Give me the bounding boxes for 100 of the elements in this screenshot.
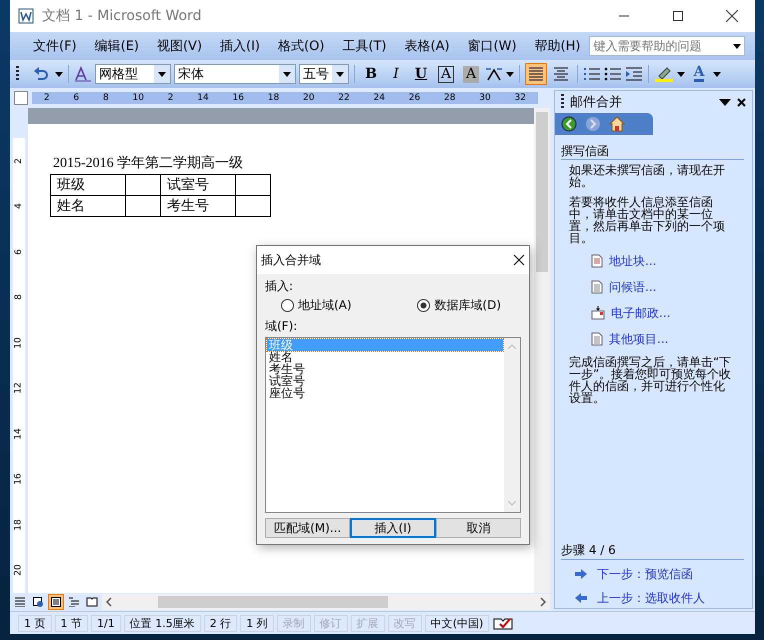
task-link[interactable]: 电子邮政... <box>611 307 670 319</box>
scroll-right-icon[interactable] <box>540 597 546 607</box>
envelope-icon <box>591 306 605 320</box>
dialog-title: 插入合并域 <box>261 252 321 268</box>
option-label: 地址域(A) <box>298 297 352 314</box>
horizontal-ruler: 2 6 8 10 2 14 16 18 20 22 24 26 28 30 32 <box>32 92 538 104</box>
radio-button[interactable] <box>417 299 430 312</box>
caret-icon <box>336 72 344 76</box>
justify-align-button[interactable] <box>525 63 547 85</box>
font-color-button[interactable]: A <box>688 63 710 85</box>
task-link[interactable]: 地址块... <box>609 255 656 267</box>
vertical-scrollbar[interactable] <box>534 108 550 593</box>
field-list-item[interactable]: 姓名 <box>267 351 503 363</box>
word-app-icon <box>18 8 34 24</box>
status-item: 1 节 <box>54 614 88 632</box>
status-item: 2 行 <box>204 614 238 632</box>
status-item: 1/1 <box>91 614 121 632</box>
document-icon <box>591 254 603 268</box>
dialog-button[interactable]: 匹配域(M)... <box>265 518 350 538</box>
status-item: 扩展 <box>350 614 385 632</box>
instruction-text: 若要将收件人信息添至信函中，请单击文档中的某一位置，然后再单击下列的一个项目。 <box>569 196 726 244</box>
close-icon[interactable] <box>737 98 746 106</box>
left-arrow-icon <box>575 593 587 603</box>
field-list-item[interactable]: 考生号 <box>267 363 503 375</box>
radio-button[interactable] <box>281 299 294 312</box>
caret-icon <box>506 72 514 76</box>
close-icon <box>726 10 738 22</box>
style-dropdown[interactable]: 网格型 <box>95 64 171 84</box>
home-icon[interactable] <box>609 116 625 132</box>
caret-icon <box>283 72 291 76</box>
table-cell <box>126 196 160 216</box>
step-indicator: 步骤 4 / 6 <box>561 544 744 560</box>
step-link[interactable]: 下一步：预览信函 <box>597 568 693 580</box>
menu-item[interactable]: 帮助(H) <box>526 37 590 55</box>
section-heading: 撰写信函 <box>561 145 744 160</box>
task-link[interactable]: 问候语... <box>609 281 656 293</box>
table-cell: 考生号 <box>160 196 236 216</box>
menu-item[interactable]: 文件(F) <box>24 37 86 55</box>
status-item: 修订 <box>314 614 348 632</box>
back-icon[interactable] <box>561 116 577 132</box>
status-item: 1 页 <box>18 614 52 632</box>
status-item: 录制 <box>276 614 311 632</box>
bold-button[interactable]: B <box>360 63 382 85</box>
bulleted-list-icon[interactable] <box>604 66 622 82</box>
forward-icon[interactable] <box>585 116 601 132</box>
dropdown-icon[interactable] <box>719 98 731 106</box>
shading-button[interactable]: A <box>460 63 482 85</box>
document-heading: 2015-2016 学年第二学期高一级 <box>53 154 244 172</box>
tab-selector[interactable] <box>14 91 28 105</box>
caret-icon <box>677 72 685 76</box>
close-icon[interactable] <box>513 254 525 266</box>
horizontal-scrollbar[interactable] <box>102 594 550 610</box>
field-list-item[interactable]: 试室号 <box>267 375 503 387</box>
dialog-button[interactable]: 取消 <box>436 518 521 538</box>
task-pane-title: 邮件合并 <box>570 94 623 111</box>
menu-item[interactable]: 插入(I) <box>211 37 270 55</box>
styles-icon[interactable] <box>74 66 92 82</box>
menu-item[interactable]: 格式(O) <box>269 37 334 55</box>
highlight-icon[interactable] <box>654 66 674 82</box>
table-cell: 姓名 <box>50 196 126 216</box>
fields-label: 域(F): <box>265 318 298 335</box>
help-search-field[interactable]: 键入需要帮助的问题 <box>589 36 746 56</box>
web-view-icon[interactable] <box>30 594 46 610</box>
underline-button[interactable]: U <box>410 63 432 85</box>
table-cell <box>126 174 160 196</box>
document-icon <box>591 332 603 346</box>
maximize-icon <box>673 11 683 21</box>
menu-item[interactable]: 工具(T) <box>333 37 396 55</box>
dialog-button[interactable]: 插入(I) <box>350 518 436 538</box>
table-cell <box>236 174 270 196</box>
status-item: 位置 1.5厘米 <box>124 614 201 632</box>
window-title: 文档 1 - Microsoft Word <box>42 7 202 25</box>
status-item: 中文(中国) <box>424 614 490 632</box>
menu-item[interactable]: 编辑(E) <box>86 37 148 55</box>
caret-icon <box>713 72 721 76</box>
numbered-list-icon[interactable] <box>583 66 601 82</box>
scroll-left-icon[interactable] <box>106 597 112 607</box>
status-item: 改写 <box>388 614 422 632</box>
character-scale-icon[interactable] <box>485 66 503 82</box>
document-icon <box>591 280 603 294</box>
menu-item[interactable]: 视图(V) <box>148 37 212 55</box>
menu-item[interactable]: 表格(A) <box>396 37 459 55</box>
table-cell <box>236 196 270 216</box>
step-link[interactable]: 上一步：选取收件人 <box>597 592 705 604</box>
insert-label: 插入: <box>265 278 294 295</box>
task-link[interactable]: 其他项目... <box>609 333 668 345</box>
instruction-text: 完成信函撰写之后，请单击“下一步”。接着您即可预览每个收件人的信函，并可进行个性化设置。 <box>569 356 732 404</box>
menu-item[interactable]: 窗口(W) <box>458 37 526 55</box>
font-size-dropdown[interactable]: 五号 <box>299 64 349 84</box>
italic-button[interactable]: I <box>385 63 407 85</box>
spelling-icon <box>492 616 514 630</box>
table-cell: 试室号 <box>160 174 236 196</box>
indent-icon[interactable] <box>625 66 643 82</box>
field-list-item[interactable]: 座位号 <box>267 387 503 399</box>
caret-icon <box>55 72 63 76</box>
caret-icon <box>158 72 166 76</box>
border-button[interactable]: A <box>435 63 457 85</box>
print-view-icon[interactable] <box>48 594 64 610</box>
dropdown-icon <box>733 44 742 48</box>
font-dropdown[interactable]: 宋体 <box>174 64 296 84</box>
